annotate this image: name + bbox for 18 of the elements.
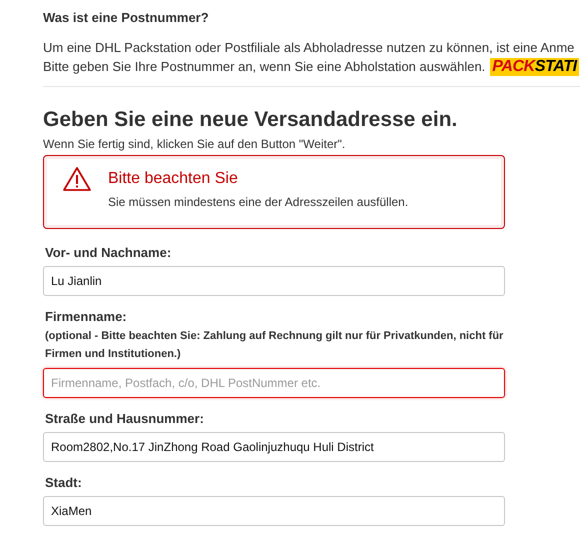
- field-label: Stadt:: [44, 475, 83, 491]
- alert-message: Sie müssen mindestens eine der Adresszeilen ausfüllen.: [108, 194, 408, 210]
- text-input[interactable]: Room2802,No.17 JinZhong Road Gaolinjuzhuqu Huli District: [43, 432, 505, 462]
- instruction-text: Wenn Sie fertig sind, klicken Sie auf den Button "Weiter".: [43, 137, 346, 151]
- text-input[interactable]: Lu Jianlin: [43, 266, 505, 296]
- info-text: Um eine DHL Packstation oder Postfiliale als Abholadresse nutzen zu können, ist eine Anme: [43, 39, 576, 57]
- field-label: Straße und Hausnummer:: [44, 411, 205, 427]
- page-heading: Geben Sie eine neue Versandadresse ein.: [43, 107, 458, 133]
- field-label: Vor- und Nachname:: [44, 245, 172, 261]
- field-label: Firmenname:: [44, 309, 128, 325]
- text-input[interactable]: Firmenname, Postfach, c/o, DHL PostNummer etc.: [43, 368, 505, 398]
- info-text: Bitte geben Sie Ihre Postnummer an, wenn Sie eine Abholstation auswählen.: [43, 58, 486, 76]
- warning-icon: [62, 166, 92, 192]
- text-input[interactable]: XiaMen: [43, 496, 505, 526]
- packstation-logo: PACKSTATI: [490, 58, 579, 76]
- alert-title: Bitte beachten Sie: [108, 169, 239, 189]
- info-title: Was ist eine Postnummer?: [43, 10, 210, 26]
- field-note: (optional - Bitte beachten Sie: Zahlung auf Rechnung gilt nur für Privatkunden, nicht für Firmen und Institutionen.): [44, 329, 504, 362]
